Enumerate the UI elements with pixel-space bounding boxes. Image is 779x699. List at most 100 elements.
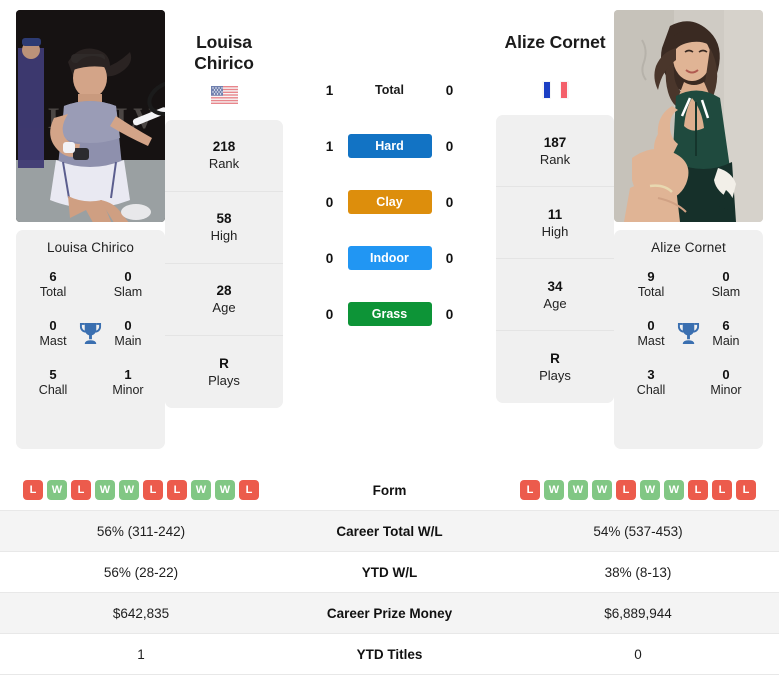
right-player-name: Alize Cornet	[651, 240, 726, 255]
h2h-row-hard: 1 Hard 0	[283, 118, 496, 174]
left-first-name: Louisa	[196, 32, 252, 52]
h2h-row-grass: 0 Grass 0	[283, 286, 496, 342]
form-badge[interactable]: L	[143, 480, 163, 500]
form-badge[interactable]: L	[688, 480, 708, 500]
h2h-right-count-clay: 0	[445, 194, 454, 210]
stats-table: L W L W W L L W W L Form L W W W L W W L L L 56% (311-242) Car…	[0, 470, 779, 675]
h2h-left-count-total: 1	[325, 82, 334, 98]
h2h-right-count-indoor: 0	[445, 250, 454, 266]
table-row: 56% (311-242) Career Total W/L 54% (537-45…	[0, 511, 779, 552]
right-titles-card: Alize Cornet 9 Total 0 Slam 0 Mast 6 Mai…	[614, 230, 763, 449]
left-stat-value: 1	[137, 646, 145, 662]
stat-label: Career Total W/L	[336, 523, 443, 539]
form-badge[interactable]: L	[167, 480, 187, 500]
form-badge[interactable]: W	[119, 480, 139, 500]
stat-label: YTD W/L	[361, 564, 418, 580]
form-badge[interactable]: W	[664, 480, 684, 500]
right-high-cell: 11 High	[496, 187, 614, 260]
left-titles-card: Louisa Chirico 6 Total 0 Slam 0 Mast 0 M…	[16, 230, 165, 449]
form-badge[interactable]: W	[544, 480, 564, 500]
trophy-icon	[76, 321, 105, 346]
h2h-left-count-clay: 0	[325, 194, 334, 210]
right-titles-row-2: 0 Mast 6 Main	[620, 318, 757, 350]
stat-label: Career Prize Money	[326, 605, 453, 621]
h2h-surface-hard[interactable]: Hard	[347, 134, 432, 158]
h2h-left-count-grass: 0	[325, 306, 334, 322]
form-badge[interactable]: L	[712, 480, 732, 500]
right-stat-value: 38% (8-13)	[604, 564, 672, 580]
left-minor-titles: 1 Minor	[112, 366, 144, 397]
left-total-titles: 6 Total	[39, 269, 67, 300]
left-player-column: LV L	[16, 10, 165, 449]
right-stat-value: $6,889,944	[604, 605, 672, 621]
right-total-titles: 9 Total	[637, 269, 665, 300]
right-player-photo[interactable]	[614, 10, 763, 222]
stat-label: YTD Titles	[356, 646, 423, 662]
h2h-surface-grass[interactable]: Grass	[347, 302, 432, 326]
right-player-title[interactable]: Alize Cornet	[496, 32, 614, 53]
table-row: $642,835 Career Prize Money $6,889,944	[0, 593, 779, 634]
left-high-cell: 58 High	[165, 192, 283, 264]
left-stat-value: 56% (311-242)	[96, 523, 186, 539]
form-badge[interactable]: L	[23, 480, 43, 500]
h2h-left-count-indoor: 0	[325, 250, 334, 266]
left-masters-titles: 0 Mast	[39, 317, 67, 349]
h2h-surface-indoor[interactable]: Indoor	[347, 246, 432, 270]
left-titles-row-1: 6 Total 0 Slam	[22, 269, 159, 301]
h2h-row-clay: 0 Clay 0	[283, 174, 496, 230]
form-badge[interactable]: L	[616, 480, 636, 500]
right-titles-row-1: 9 Total 0 Slam	[620, 269, 757, 301]
right-name-column: Alize Cornet 187 Rank 11 High 34 Age R P…	[496, 10, 614, 404]
left-challenger-titles: 5 Chall	[38, 366, 68, 397]
trophy-icon	[674, 321, 703, 346]
left-name-column: Louisa Chirico 218 Rank 58 High 28 Age R…	[165, 10, 283, 408]
fr-flag-icon	[496, 81, 614, 101]
left-stat-value: 56% (28-22)	[103, 564, 179, 580]
left-rank-cell: 218 Rank	[165, 120, 283, 192]
left-player-title[interactable]: Louisa Chirico	[165, 32, 283, 75]
head-to-head-column: 1 Total 0 1 Hard 0 0 Clay 0 0 Indoor 0 0 Grass 0	[283, 10, 496, 342]
right-stat-value: 54% (537-453)	[593, 523, 683, 539]
left-age-cell: 28 Age	[165, 264, 283, 336]
form-badge[interactable]: W	[592, 480, 612, 500]
left-titles-row-2: 0 Mast 0 Main	[22, 318, 159, 350]
right-titles-grid: 9 Total 0 Slam 0 Mast 6 Main 3 Chall 0 M…	[620, 269, 757, 399]
right-titles-row-3: 3 Chall 0 Minor	[620, 367, 757, 399]
h2h-surface-total: Total	[375, 83, 404, 97]
left-form-badges: LWLWWLLWWL	[0, 480, 282, 500]
form-badge[interactable]: L	[239, 480, 259, 500]
right-rank-cell: 187 Rank	[496, 115, 614, 188]
h2h-surface-clay[interactable]: Clay	[347, 190, 432, 214]
form-badge[interactable]: W	[191, 480, 211, 500]
right-age-cell: 34 Age	[496, 259, 614, 332]
form-badge[interactable]: L	[736, 480, 756, 500]
left-player-name: Louisa Chirico	[47, 240, 134, 255]
right-form-strip: LWWWLWWLLL	[497, 480, 779, 500]
form-badge[interactable]: W	[640, 480, 660, 500]
left-main-titles: 0 Main	[114, 317, 142, 349]
right-rank-card: 187 Rank 11 High 34 Age R Plays	[496, 115, 614, 404]
comparison-header: LV L	[0, 0, 779, 470]
right-stat-value: 0	[634, 646, 642, 662]
form-badge[interactable]: L	[71, 480, 91, 500]
left-titles-row-3: 5 Chall 1 Minor	[22, 367, 159, 399]
left-player-photo[interactable]: LV L	[16, 10, 165, 222]
left-last-name: Chirico	[194, 53, 254, 74]
right-main-titles: 6 Main	[712, 317, 740, 349]
right-plays-cell: R Plays	[539, 351, 571, 384]
right-form-badges: LWWWLWWLLL	[497, 480, 779, 500]
table-row: 1 YTD Titles 0	[0, 634, 779, 675]
form-badge[interactable]: W	[95, 480, 115, 500]
right-minor-titles: 0 Minor	[710, 366, 742, 397]
h2h-right-count-hard: 0	[445, 138, 454, 154]
form-badge[interactable]: L	[520, 480, 540, 500]
form-badge[interactable]: W	[568, 480, 588, 500]
h2h-left-count-hard: 1	[325, 138, 334, 154]
right-slam-titles: 0 Slam	[711, 269, 741, 300]
h2h-row-total: 1 Total 0	[283, 62, 496, 118]
form-badge[interactable]: W	[215, 480, 235, 500]
form-badge[interactable]: W	[47, 480, 67, 500]
stat-label: Form	[372, 482, 407, 498]
h2h-right-count-grass: 0	[445, 306, 454, 322]
left-slam-titles: 0 Slam	[113, 269, 143, 300]
